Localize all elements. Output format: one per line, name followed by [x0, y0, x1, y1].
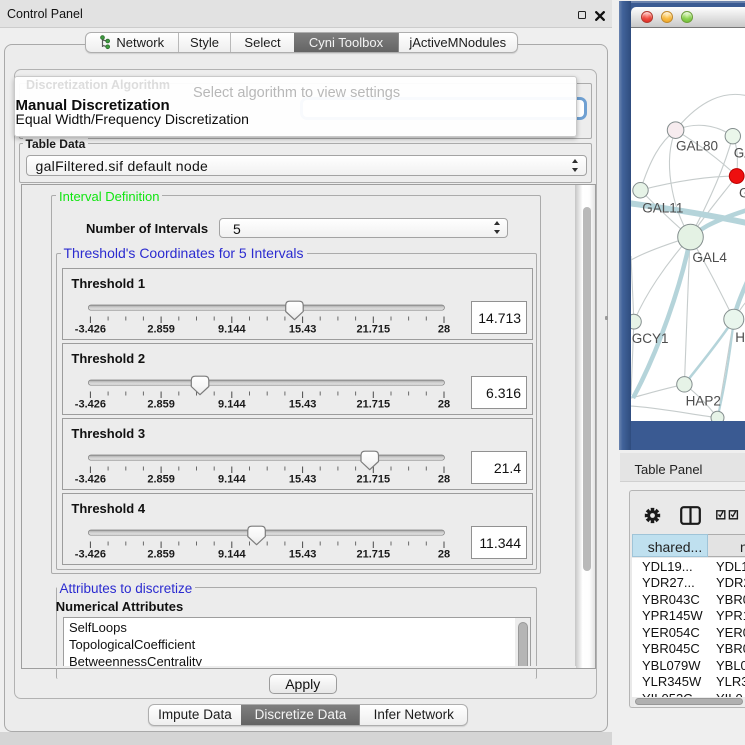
- svg-text:GA: GA: [734, 146, 745, 161]
- svg-text:28: 28: [437, 323, 449, 335]
- svg-text:-3.426: -3.426: [74, 323, 105, 335]
- svg-text:2.859: 2.859: [147, 323, 175, 335]
- svg-text:21.715: 21.715: [356, 398, 390, 410]
- svg-text:15.43: 15.43: [288, 548, 316, 560]
- svg-text:21.715: 21.715: [356, 473, 390, 485]
- svg-text:9.144: 9.144: [218, 473, 246, 485]
- svg-text:GAL80: GAL80: [676, 139, 718, 154]
- svg-text:2.859: 2.859: [147, 548, 175, 560]
- svg-text:15.43: 15.43: [288, 473, 316, 485]
- svg-text:9.144: 9.144: [218, 548, 246, 560]
- svg-text:28: 28: [437, 398, 449, 410]
- svg-text:GAL11: GAL11: [642, 201, 683, 216]
- svg-text:-3.426: -3.426: [74, 473, 105, 485]
- svg-text:2.859: 2.859: [147, 473, 175, 485]
- svg-text:9.144: 9.144: [218, 323, 246, 335]
- svg-text:HIS4: HIS4: [735, 330, 745, 345]
- svg-text:HAP2: HAP2: [686, 394, 721, 409]
- svg-text:GAL4: GAL4: [692, 250, 727, 265]
- svg-text:21.715: 21.715: [356, 323, 390, 335]
- svg-text:15.43: 15.43: [288, 323, 316, 335]
- svg-text:-3.426: -3.426: [74, 398, 105, 410]
- svg-text:28: 28: [437, 473, 449, 485]
- svg-text:GCY1: GCY1: [632, 331, 669, 346]
- svg-text:-3.426: -3.426: [74, 548, 105, 560]
- svg-text:9.144: 9.144: [218, 398, 246, 410]
- svg-text:21.715: 21.715: [356, 548, 390, 560]
- svg-text:2.859: 2.859: [147, 398, 175, 410]
- svg-text:15.43: 15.43: [288, 398, 316, 410]
- svg-text:28: 28: [437, 548, 449, 560]
- svg-text:GA: GA: [739, 186, 745, 201]
